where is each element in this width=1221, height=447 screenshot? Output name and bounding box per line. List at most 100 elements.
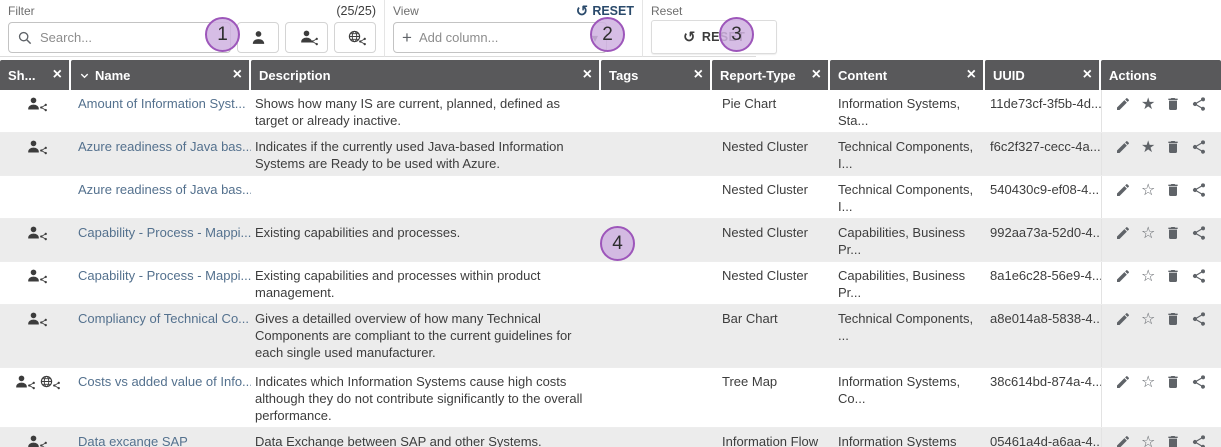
column-header-content[interactable]: Content × <box>830 60 985 90</box>
column-header-tags[interactable]: Tags × <box>601 60 712 90</box>
row-visibility-icons <box>0 262 71 304</box>
delete-icon[interactable] <box>1165 311 1181 327</box>
share-icon[interactable] <box>1191 311 1207 327</box>
favorite-star-icon[interactable]: ☆ <box>1141 311 1155 327</box>
row-visibility-icons <box>0 368 71 427</box>
report-tags <box>601 368 712 427</box>
row-visibility-icons <box>0 133 71 175</box>
person-share-icon <box>26 225 45 242</box>
report-uuid: 11de73cf-3f5b-4d... <box>985 90 1101 132</box>
report-type: Nested Cluster <box>712 262 830 304</box>
edit-icon[interactable] <box>1115 225 1131 241</box>
undo-icon: ↺ <box>576 4 589 19</box>
report-name-link[interactable]: Compliancy of Technical Co... <box>78 311 249 326</box>
row-actions: ☆ <box>1101 219 1221 261</box>
delete-icon[interactable] <box>1165 96 1181 112</box>
report-description: Indicates which Information Systems caus… <box>251 368 601 427</box>
report-name-link[interactable]: Capability - Process - Mappi... <box>78 268 251 283</box>
delete-icon[interactable] <box>1165 139 1181 155</box>
report-name-link[interactable]: Amount of Information Syst... <box>78 96 246 111</box>
row-visibility-icons <box>0 305 71 367</box>
table-row: Costs vs added value of Info... Indicate… <box>0 368 1221 428</box>
row-visibility-icons <box>0 428 71 447</box>
person-share-icon <box>26 139 45 156</box>
annotation-marker-4: 4 <box>600 226 635 261</box>
filter-person-share-button[interactable] <box>285 22 327 53</box>
delete-icon[interactable] <box>1165 182 1181 198</box>
row-actions: ☆ <box>1101 428 1221 447</box>
view-label: View <box>393 4 419 18</box>
edit-icon[interactable] <box>1115 311 1131 327</box>
column-header-name[interactable]: Name × <box>71 60 251 90</box>
plus-icon: + <box>402 29 412 46</box>
person-share-icon <box>26 311 45 328</box>
close-icon[interactable]: × <box>694 67 703 83</box>
close-icon[interactable]: × <box>53 67 62 83</box>
filter-label: Filter <box>8 4 35 18</box>
column-header-uuid[interactable]: UUID × <box>985 60 1101 90</box>
add-column-dropdown[interactable]: + ▾ <box>393 22 607 53</box>
edit-icon[interactable] <box>1115 96 1131 112</box>
share-icon[interactable] <box>1191 139 1207 155</box>
favorite-star-icon[interactable]: ☆ <box>1141 182 1155 198</box>
share-icon[interactable] <box>1191 374 1207 390</box>
person-share-icon <box>26 268 45 285</box>
edit-icon[interactable] <box>1115 182 1131 198</box>
close-icon[interactable]: × <box>812 67 821 83</box>
report-type: Nested Cluster <box>712 176 830 218</box>
filter-globe-share-button[interactable] <box>334 22 376 53</box>
column-header-sh[interactable]: Sh... × <box>0 60 71 90</box>
search-icon <box>17 30 33 46</box>
column-header-report-type[interactable]: Report-Type × <box>712 60 830 90</box>
person-share-icon <box>26 434 45 447</box>
edit-icon[interactable] <box>1115 434 1131 447</box>
share-icon[interactable] <box>1191 225 1207 241</box>
row-actions: ☆ <box>1101 305 1221 367</box>
delete-icon[interactable] <box>1165 374 1181 390</box>
delete-icon[interactable] <box>1165 434 1181 447</box>
share-icon[interactable] <box>1191 96 1207 112</box>
close-icon[interactable]: × <box>583 67 592 83</box>
add-column-input[interactable] <box>419 30 585 45</box>
person-share-icon <box>26 96 45 113</box>
favorite-star-icon[interactable]: ☆ <box>1141 434 1155 447</box>
favorite-star-icon[interactable]: ★ <box>1141 96 1155 112</box>
report-description: Existing capabilities and processes. <box>251 219 601 261</box>
report-name-link[interactable]: Azure readiness of Java bas... <box>78 182 251 197</box>
report-name-link[interactable]: Data excange SAP <box>78 434 188 447</box>
table-row: Data excange SAP Data Exchange between S… <box>0 428 1221 447</box>
person-share-icon <box>14 374 33 391</box>
favorite-star-icon[interactable]: ☆ <box>1141 374 1155 390</box>
report-tags <box>601 176 712 218</box>
close-icon[interactable]: × <box>233 67 242 83</box>
table-row: Capability - Process - Mappi... Existing… <box>0 262 1221 305</box>
search-box[interactable] <box>8 22 231 53</box>
delete-icon[interactable] <box>1165 225 1181 241</box>
report-type: Bar Chart <box>712 305 830 367</box>
report-uuid: a8e014a8-5838-4... <box>985 305 1101 367</box>
report-uuid: f6c2f327-cecc-4a... <box>985 133 1101 175</box>
close-icon[interactable]: × <box>967 67 976 83</box>
table-header: Sh... × Name × Description × Tags × Repo… <box>0 60 1221 90</box>
share-icon[interactable] <box>1191 268 1207 284</box>
share-icon[interactable] <box>1191 434 1207 447</box>
filter-person-button[interactable] <box>237 22 279 53</box>
report-name-link[interactable]: Capability - Process - Mappi... <box>78 225 251 240</box>
report-uuid: 05461a4d-a6aa-4... <box>985 428 1101 447</box>
favorite-star-icon[interactable]: ☆ <box>1141 268 1155 284</box>
column-header-actions: Actions <box>1101 60 1221 90</box>
report-name-link[interactable]: Azure readiness of Java bas... <box>78 139 251 154</box>
search-input[interactable] <box>40 30 222 45</box>
edit-icon[interactable] <box>1115 139 1131 155</box>
person-icon <box>250 29 267 46</box>
column-header-description[interactable]: Description × <box>251 60 601 90</box>
favorite-star-icon[interactable]: ★ <box>1141 139 1155 155</box>
close-icon[interactable]: × <box>1083 67 1092 83</box>
favorite-star-icon[interactable]: ☆ <box>1141 225 1155 241</box>
report-name-link[interactable]: Costs vs added value of Info... <box>78 374 251 389</box>
edit-icon[interactable] <box>1115 374 1131 390</box>
report-content: Information Systems, Sta... <box>830 90 985 132</box>
delete-icon[interactable] <box>1165 268 1181 284</box>
edit-icon[interactable] <box>1115 268 1131 284</box>
share-icon[interactable] <box>1191 182 1207 198</box>
